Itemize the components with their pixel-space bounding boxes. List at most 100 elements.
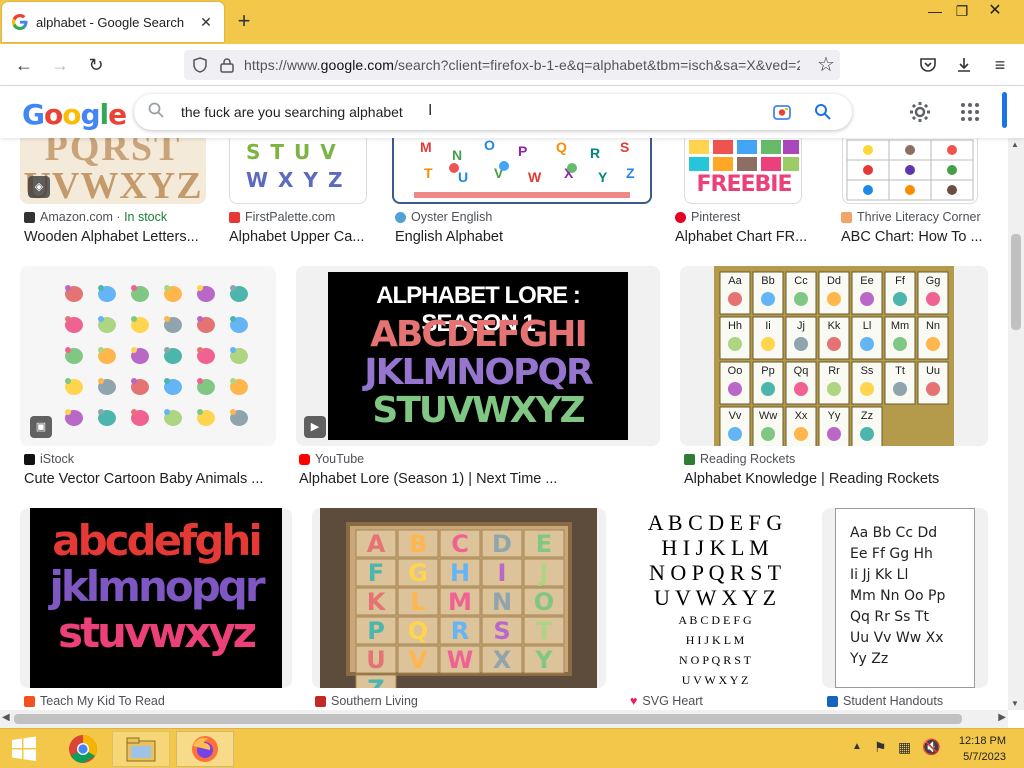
- search-submit-icon[interactable]: [814, 103, 832, 121]
- result-image-wooden-letters[interactable]: PQRST UVWXYZ ◈: [20, 138, 206, 204]
- result-image-alphabet-chart[interactable]: FREEBIE: [684, 138, 802, 204]
- browser-tab[interactable]: alphabet - Google Search ✕: [2, 2, 224, 42]
- result-image-serif-alphabet[interactable]: A B C D E F GH I J K L MN O P Q R S TU V…: [626, 508, 804, 688]
- google-logo[interactable]: Google: [22, 98, 127, 131]
- pocket-icon[interactable]: [914, 52, 942, 78]
- menu-hamburger-icon[interactable]: ≡: [986, 52, 1014, 78]
- result-source[interactable]: ♥ SVG Heart: [630, 694, 703, 708]
- result-source[interactable]: Southern Living: [315, 694, 418, 708]
- teach-my-kid-icon: [24, 695, 35, 707]
- svg-text:Pp: Pp: [761, 365, 774, 377]
- vertical-scrollbar[interactable]: ▲ ▼: [1008, 138, 1024, 710]
- svg-text:Rr: Rr: [828, 365, 840, 377]
- reading-rockets-icon: [684, 453, 695, 465]
- result-source[interactable]: Teach My Kid To Read: [24, 694, 165, 708]
- svg-text:U: U: [458, 169, 468, 185]
- svg-text:C: C: [451, 530, 469, 558]
- svg-text:G: G: [408, 559, 428, 587]
- result-source[interactable]: YouTube: [299, 452, 364, 466]
- result-title[interactable]: ABC Chart: How To ...: [841, 229, 991, 245]
- result-source[interactable]: Student Handouts: [827, 694, 943, 708]
- settings-gear-icon[interactable]: [908, 100, 932, 124]
- result-image-colorful-letters[interactable]: abcdefghi jklmnopqr stuvwxyz: [20, 508, 292, 688]
- result-source[interactable]: iStock: [24, 452, 74, 466]
- result-title[interactable]: Wooden Alphabet Letters...: [24, 229, 214, 245]
- svg-text:Qq: Qq: [794, 365, 809, 377]
- bookmark-star-icon[interactable]: ☆: [812, 52, 840, 78]
- title-bar: alphabet - Google Search ✕ + — ❐ ✕: [0, 0, 1024, 44]
- firefox-icon[interactable]: [176, 731, 234, 767]
- svg-text:B: B: [409, 530, 427, 558]
- svg-text:P: P: [518, 143, 527, 159]
- play-video-icon: ▶: [304, 416, 326, 438]
- result-source[interactable]: Reading Rockets: [684, 452, 795, 466]
- tab-title: alphabet - Google Search: [36, 14, 185, 30]
- back-arrow-icon[interactable]: ←: [10, 52, 38, 78]
- result-source[interactable]: Pinterest: [675, 210, 740, 224]
- result-source[interactable]: Thrive Literacy Corner: [841, 210, 981, 224]
- svg-text:E: E: [536, 530, 552, 558]
- flag-icon[interactable]: ⚑: [874, 739, 887, 756]
- window-close-icon[interactable]: ✕: [978, 0, 1012, 22]
- svg-text:R: R: [451, 617, 469, 645]
- tray-expand-icon[interactable]: ▲: [852, 741, 862, 752]
- result-image-student-handouts[interactable]: Aa Bb Cc Dd Ee Ff Gg Hh Ii Jj Kk Ll Mm Nn O…: [822, 508, 988, 688]
- scroll-up-icon[interactable]: ▲: [1011, 140, 1019, 149]
- result-image-wooden-tray[interactable]: ABCDE FGHI J KLMNO PQRST UVWXY Z: [312, 508, 606, 688]
- forward-arrow-icon[interactable]: →: [46, 52, 74, 78]
- horizontal-scrollbar[interactable]: ◀ ▶: [0, 710, 1008, 728]
- vertical-scroll-thumb[interactable]: [1011, 234, 1021, 330]
- file-explorer-icon[interactable]: [112, 731, 170, 767]
- account-avatar[interactable]: [1002, 92, 1007, 128]
- network-icon[interactable]: ▦: [898, 739, 911, 756]
- result-title[interactable]: Alphabet Knowledge | Reading Rockets: [684, 471, 984, 487]
- firstpalette-icon: [229, 211, 240, 223]
- result-image-reading-rockets[interactable]: Aa Bb Cc Dd Ee Ff Gg Hh Ii Jj Kk Ll Mm Nn Oo Pp Qq Rr Ss Tt…: [680, 266, 988, 446]
- scroll-down-icon[interactable]: ▼: [1011, 699, 1019, 708]
- result-title[interactable]: Cute Vector Cartoon Baby Animals ...: [24, 471, 274, 487]
- scroll-left-icon[interactable]: ◀: [2, 712, 10, 723]
- download-icon[interactable]: [950, 52, 978, 78]
- svg-text:Xx: Xx: [795, 410, 808, 422]
- svg-text:T: T: [424, 165, 433, 181]
- result-image-baby-animals[interactable]: ▣: [20, 266, 276, 446]
- svg-text:Bb: Bb: [761, 275, 774, 287]
- youtube-icon: [299, 453, 310, 465]
- result-source[interactable]: Oyster English: [395, 210, 492, 224]
- tab-close-icon[interactable]: ✕: [198, 14, 214, 31]
- search-input[interactable]: the fuck are you searching alphabet: [181, 104, 403, 120]
- new-tab-button[interactable]: +: [232, 9, 256, 33]
- svg-text:Uu: Uu: [926, 365, 940, 377]
- shield-icon[interactable]: [192, 57, 208, 73]
- horizontal-scroll-thumb[interactable]: [14, 714, 962, 724]
- result-image-alphabet-lore[interactable]: ALPHABET LORE : SEASON 1 ABCDEFGHI JKLMN…: [296, 266, 660, 446]
- camera-lens-icon[interactable]: [772, 102, 792, 122]
- url-bar[interactable]: https://www.google.com/search?client=fir…: [184, 50, 840, 80]
- lock-icon[interactable]: [220, 57, 234, 73]
- svg-text:Zz: Zz: [861, 410, 873, 422]
- search-box[interactable]: the fuck are you searching alphabet I: [134, 94, 852, 130]
- restore-icon[interactable]: ❐: [945, 0, 979, 22]
- chrome-icon[interactable]: [54, 731, 112, 767]
- result-source[interactable]: Amazon.com · In stock: [24, 210, 167, 224]
- reload-icon[interactable]: ↻: [82, 52, 110, 78]
- svg-text:I: I: [498, 559, 507, 587]
- svg-text:A: A: [367, 530, 386, 558]
- system-clock[interactable]: 12:18 PM 5/7/2023: [959, 733, 1006, 765]
- google-header: Google the fuck are you searching alphab…: [0, 86, 1024, 138]
- svg-text:Dd: Dd: [827, 275, 841, 287]
- thrive-icon: [841, 211, 852, 223]
- result-title[interactable]: Alphabet Chart FR...: [675, 229, 815, 245]
- volume-muted-icon[interactable]: 🔇: [922, 738, 941, 756]
- result-image-upper-case[interactable]: STUV WXYZ: [229, 138, 367, 204]
- scroll-right-icon[interactable]: ▶: [998, 712, 1006, 723]
- result-image-abc-chart[interactable]: [842, 138, 978, 204]
- heart-icon: ♥: [630, 694, 638, 708]
- result-source[interactable]: FirstPalette.com: [229, 210, 335, 224]
- result-title[interactable]: Alphabet Upper Ca...: [229, 229, 369, 245]
- apps-grid-icon[interactable]: [960, 102, 980, 122]
- result-image-english-alphabet[interactable]: MNOPQRS TUVWXYZ: [392, 138, 652, 204]
- result-title[interactable]: Alphabet Lore (Season 1) | Next Time ...: [299, 471, 563, 487]
- result-title[interactable]: English Alphabet: [395, 229, 595, 245]
- windows-start-icon[interactable]: [0, 731, 48, 767]
